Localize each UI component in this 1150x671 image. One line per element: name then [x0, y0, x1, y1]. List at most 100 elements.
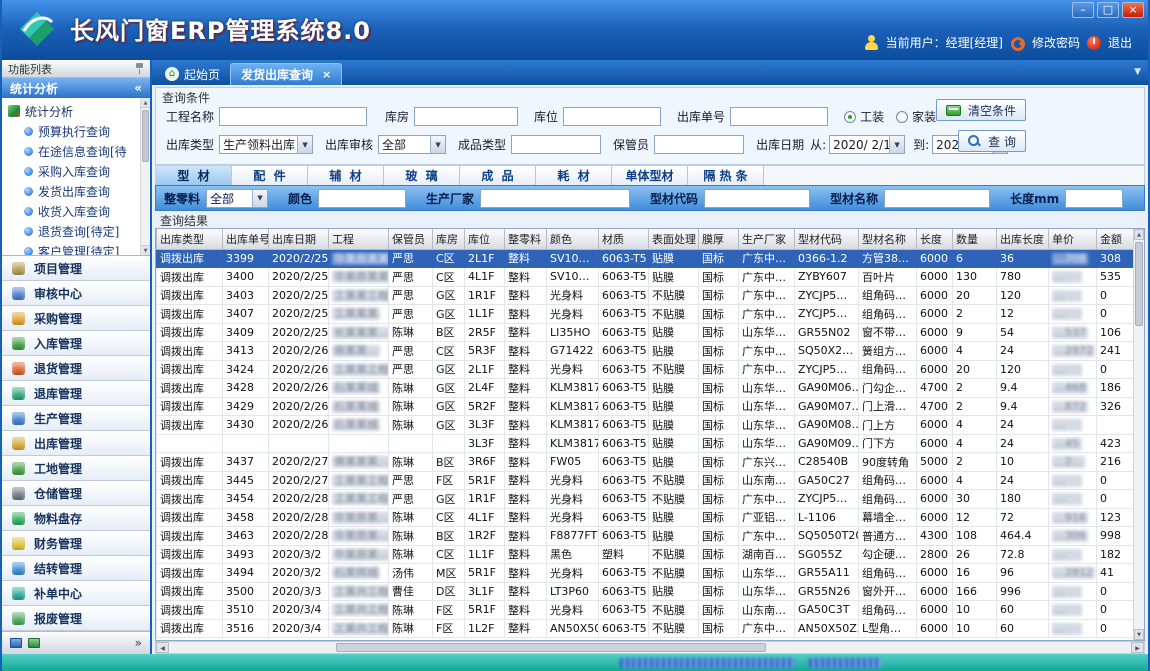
column-header[interactable]: 长度: [917, 229, 953, 249]
tree-scrollbar[interactable]: ▲ ▼: [140, 98, 150, 255]
column-header[interactable]: 型材代码: [795, 229, 859, 249]
table-row[interactable]: 调拨出库35102020/3/4工某共工程陈琳F区5R1F整料光身料6063-T…: [157, 601, 1142, 620]
horizontal-scrollbar[interactable]: ◀ ▶: [155, 641, 1145, 654]
logout-button[interactable]: 退出: [1108, 34, 1132, 51]
column-header[interactable]: 出库长度: [997, 229, 1049, 249]
material-tab[interactable]: 玻 璃: [384, 166, 460, 185]
monitor-icon[interactable]: [10, 638, 22, 648]
location-input[interactable]: [563, 107, 661, 126]
zhenglingliao-select[interactable]: 全部▼: [206, 189, 268, 208]
tree-item[interactable]: 退货查询[待定]: [8, 221, 136, 241]
table-row[interactable]: 调拨出库35162020/3/4工某共工程陈琳F区1L2F整料AN50X5026…: [157, 619, 1142, 638]
table-row[interactable]: 调拨出库34942020/3/2石某辉城汤伟M区5R1F整料光身料6063-T5…: [157, 564, 1142, 583]
length-input[interactable]: [1065, 189, 1123, 208]
column-header[interactable]: 颜色: [547, 229, 599, 249]
column-header[interactable]: 工程: [329, 229, 389, 249]
tab-home[interactable]: ⌂ 起始页: [155, 63, 230, 85]
chart-icon[interactable]: [28, 638, 40, 648]
column-header[interactable]: 膜厚: [699, 229, 739, 249]
sidebar-module[interactable]: 物料盘存: [2, 506, 150, 531]
tree-item[interactable]: 收货入库查询: [8, 201, 136, 221]
sidebar-module[interactable]: 仓储管理: [2, 481, 150, 506]
table-row[interactable]: 调拨出库34372020/2/27佛某某某…陈琳B区3R6F整料FW056063…: [157, 453, 1142, 472]
table-row[interactable]: 3L3F整料KLM38176063-T5贴膜国标山东华…GA90M09…门下方6…: [157, 434, 1142, 453]
sidebar-module[interactable]: 审核中心: [2, 281, 150, 306]
sidebar-module[interactable]: 入库管理: [2, 331, 150, 356]
column-header[interactable]: 库房: [433, 229, 465, 249]
table-row[interactable]: 调拨出库34292020/2/26石某某城陈琳G区5R2F整料KLM381760…: [157, 397, 1142, 416]
column-header[interactable]: 数量: [953, 229, 997, 249]
out-type-select[interactable]: 生产领料出库▼: [219, 135, 313, 154]
scroll-left-icon[interactable]: ◀: [156, 642, 169, 653]
material-tab[interactable]: 成 品: [460, 166, 536, 185]
sidebar-module[interactable]: 工地管理: [2, 456, 150, 481]
table-row[interactable]: 调拨出库33992020/2/25华某原某某严思C区2L1F整料SV10…606…: [157, 249, 1142, 268]
horizontal-scroll-thumb[interactable]: [336, 643, 766, 652]
change-password-link[interactable]: 修改密码: [1032, 34, 1080, 51]
table-row[interactable]: 调拨出库34282020/2/26石某某城陈琳G区2L4F整料KLM381760…: [157, 379, 1142, 398]
column-header[interactable]: 出库日期: [269, 229, 329, 249]
radio-gongzhuang[interactable]: [844, 111, 856, 123]
material-tab[interactable]: 型 材: [156, 166, 232, 185]
sidebar-module[interactable]: 结转管理: [2, 556, 150, 581]
tree-item[interactable]: 采购入库查询: [8, 161, 136, 181]
table-row[interactable]: 调拨出库34302020/2/26石某某城陈琳G区3L3F整料KLM381760…: [157, 416, 1142, 435]
collapse-icon[interactable]: «: [134, 81, 142, 95]
scroll-right-icon[interactable]: ▶: [1131, 642, 1144, 653]
table-row[interactable]: 调拨出库34032020/2/25工某某工程严思G区1R1F整料光身料6063-…: [157, 286, 1142, 305]
clear-conditions-button[interactable]: 清空条件: [936, 99, 1026, 121]
column-header[interactable]: 表面处理: [649, 229, 699, 249]
maker-input[interactable]: [480, 189, 630, 208]
material-tab[interactable]: 辅 材: [308, 166, 384, 185]
close-button[interactable]: ×: [1122, 2, 1144, 18]
order-no-input[interactable]: [730, 107, 828, 126]
sidebar-module[interactable]: 补单中心: [2, 581, 150, 606]
radio-jiazhuang[interactable]: [896, 111, 908, 123]
column-header[interactable]: 单价: [1049, 229, 1097, 249]
date-from-select[interactable]: 2020/ 2/16▼: [829, 135, 905, 154]
tab-list-dropdown-icon[interactable]: ▼: [1134, 67, 1141, 77]
column-header[interactable]: 出库单号: [223, 229, 269, 249]
profile-name-input[interactable]: [884, 189, 990, 208]
table-row[interactable]: 调拨出库34632020/2/28华某原某…陈琳B区1R2F整料F8877FT6…: [157, 527, 1142, 546]
material-tab[interactable]: 耗 材: [536, 166, 612, 185]
tree-item[interactable]: 预算执行查询: [8, 121, 136, 141]
sidebar-module[interactable]: 财务管理: [2, 531, 150, 556]
tree-item[interactable]: 客户管理[待定]: [8, 241, 136, 256]
table-row[interactable]: 调拨出库34132020/2/26南某某…严思C区5R3F整料G71422606…: [157, 342, 1142, 361]
pin-icon[interactable]: [135, 62, 144, 75]
color-input[interactable]: [318, 189, 406, 208]
sidebar-module[interactable]: 出库管理: [2, 431, 150, 456]
tree-scroll-thumb[interactable]: [142, 110, 149, 162]
table-row[interactable]: 调拨出库34092020/2/25长某某某…陈琳B区2R5F整料LI35HO60…: [157, 323, 1142, 342]
tree-item[interactable]: 在途信息查询[待: [8, 141, 136, 161]
material-tab[interactable]: 单体型材: [612, 166, 688, 185]
tab-close-icon[interactable]: ×: [322, 68, 331, 81]
tree-item[interactable]: 发货出库查询: [8, 181, 136, 201]
column-header[interactable]: 保管员: [389, 229, 433, 249]
column-header[interactable]: 库位: [465, 229, 505, 249]
vertical-scrollbar[interactable]: ▲ ▼: [1133, 229, 1144, 640]
sidebar-module[interactable]: 采购管理: [2, 306, 150, 331]
minimize-button[interactable]: –: [1072, 2, 1094, 18]
column-header[interactable]: 整零料: [505, 229, 547, 249]
keeper-input[interactable]: [654, 135, 744, 154]
tab-shipment-outbound-query[interactable]: 发货出库查询 ×: [230, 63, 342, 85]
scroll-down-icon[interactable]: ▼: [141, 245, 150, 255]
table-row[interactable]: 调拨出库34932020/3/2华某原某…陈琳C区1L1F整料黑色塑料不贴膜国标…: [157, 545, 1142, 564]
sidebar-section-statistics[interactable]: 统计分析 «: [2, 78, 150, 98]
profile-code-input[interactable]: [704, 189, 810, 208]
scroll-up-icon[interactable]: ▲: [141, 98, 150, 108]
material-tab[interactable]: 隔 热 条: [688, 166, 764, 185]
sidebar-module[interactable]: 报废管理: [2, 606, 150, 631]
sidebar-module[interactable]: 退货管理: [2, 356, 150, 381]
maximize-button[interactable]: □: [1097, 2, 1119, 18]
scroll-up-icon[interactable]: ▲: [1134, 229, 1144, 240]
project-name-input[interactable]: [219, 107, 367, 126]
chevron-right-icon[interactable]: »: [135, 636, 142, 650]
tree-root-statistics[interactable]: 统计分析: [8, 101, 136, 121]
column-header[interactable]: 出库类型: [157, 229, 223, 249]
column-header[interactable]: 生产厂家: [739, 229, 795, 249]
material-tab[interactable]: 配 件: [232, 166, 308, 185]
column-header[interactable]: 型材名称: [859, 229, 917, 249]
